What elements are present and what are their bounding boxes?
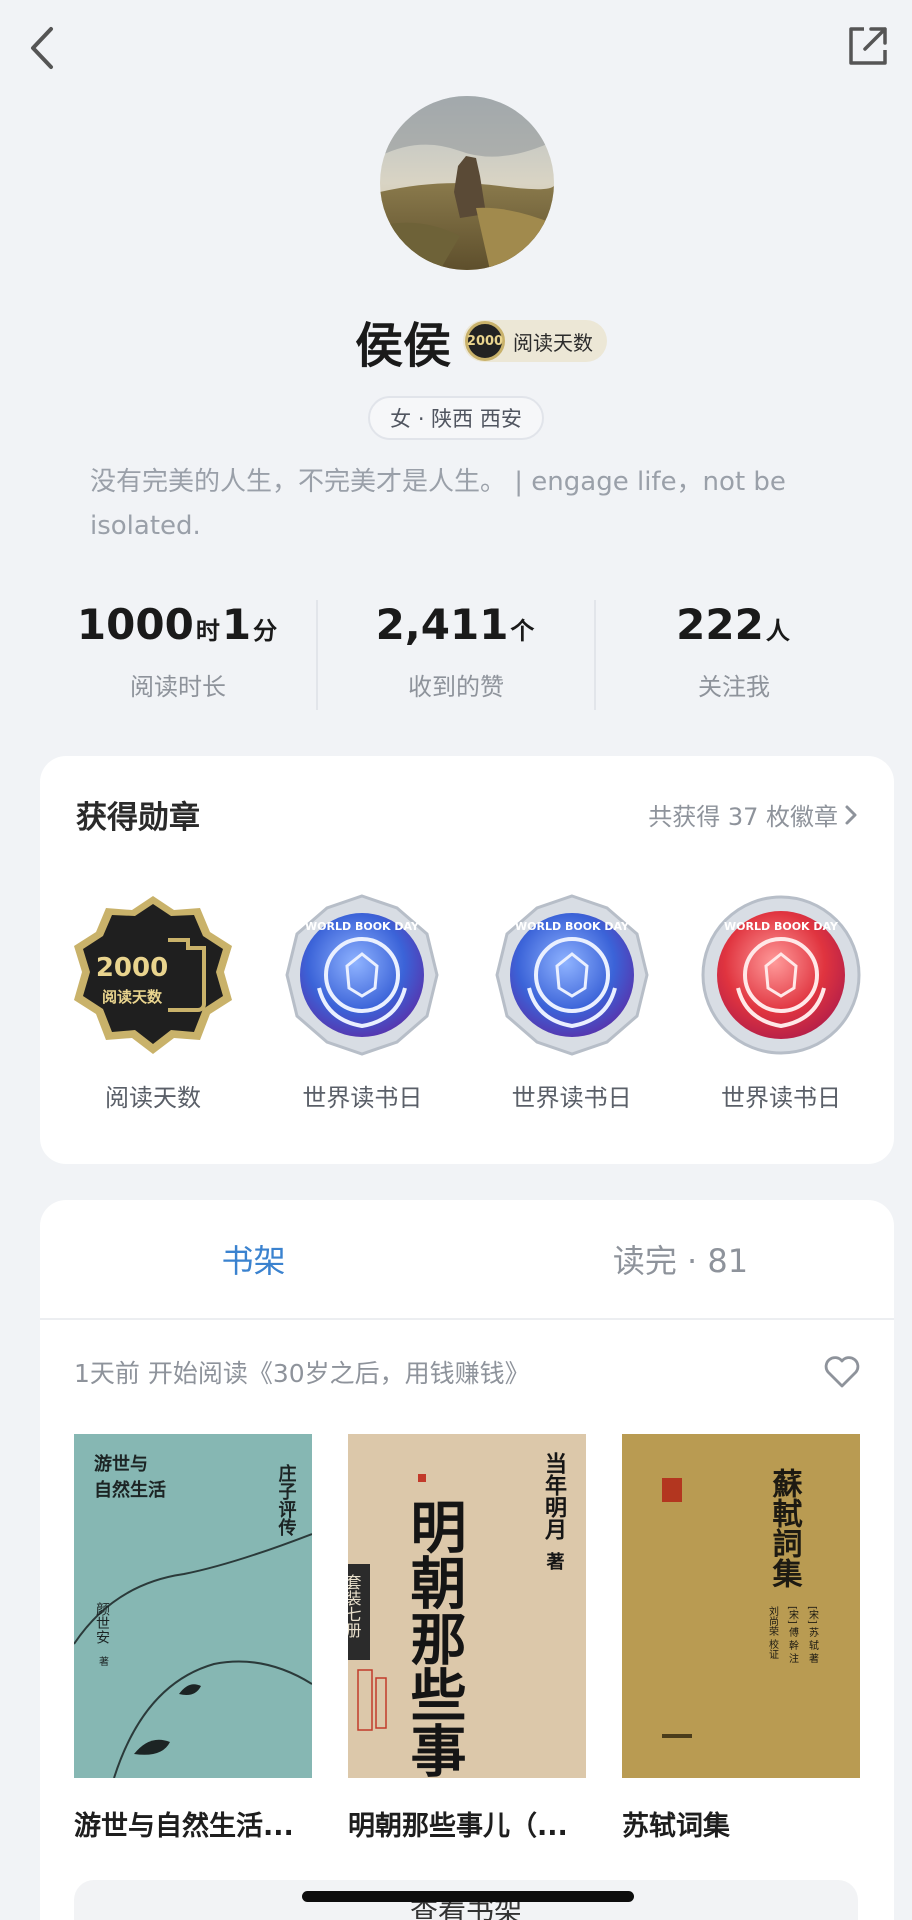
svg-text:蘇軾詞集: 蘇軾詞集 xyxy=(767,1468,804,1588)
reading-days-badge-label: 阅读天数 xyxy=(513,330,593,355)
svg-text:自然生活: 自然生活 xyxy=(94,1479,166,1501)
medals-count-text: 共获得 37 枚徽章 xyxy=(648,803,838,831)
reading-days-coin-icon: 2000 xyxy=(465,321,505,361)
svg-text:当年明月: 当年明月 xyxy=(541,1452,568,1541)
stat-unit: 时 xyxy=(195,617,220,645)
svg-text:庄子评传: 庄子评传 xyxy=(276,1463,298,1537)
location-pill: 女 · 陕西 西安 xyxy=(368,396,544,440)
stat-followers[interactable]: 222 人 关注我 xyxy=(596,600,872,710)
world-book-day-medal-icon: WORLD BOOK DAY xyxy=(285,894,439,1056)
stat-likes[interactable]: 2,411 个 收到的赞 xyxy=(318,600,596,710)
svg-text:著: 著 xyxy=(97,1655,109,1666)
svg-text:套装七册: 套装七册 xyxy=(348,1574,362,1639)
stat-value: 1000 xyxy=(76,600,194,649)
top-bar xyxy=(0,0,912,100)
medal-item[interactable]: WORLD BOOK DAY 世界读书日 xyxy=(469,892,675,1113)
back-button[interactable] xyxy=(20,22,64,74)
medal-label: 世界读书日 xyxy=(302,1084,423,1112)
recent-activity: 1天前 开始阅读《30岁之后，用钱赚钱》 xyxy=(74,1354,860,1390)
bio-text: 没有完美的人生，不完美才是人生。 | engage life，not be is… xyxy=(90,467,786,541)
svg-text:WORLD BOOK DAY: WORLD BOOK DAY xyxy=(305,920,420,933)
svg-text:刘尚荣 校证: 刘尚荣 校证 xyxy=(767,1606,779,1659)
home-indicator[interactable] xyxy=(302,1891,634,1902)
svg-text:WORLD BOOK DAY: WORLD BOOK DAY xyxy=(724,920,839,933)
medal-label: 世界读书日 xyxy=(511,1084,632,1112)
location-row: 女 · 陕西 西安 xyxy=(0,396,912,440)
svg-text:WORLD BOOK DAY: WORLD BOOK DAY xyxy=(515,920,630,933)
stat-value: 222 xyxy=(676,600,764,649)
book-title: 明朝那些事儿（... xyxy=(348,1811,568,1842)
svg-text:游世与: 游世与 xyxy=(94,1453,148,1475)
heart-outline-icon[interactable] xyxy=(824,1356,860,1388)
svg-text:颜世安: 颜世安 xyxy=(94,1602,110,1644)
share-button[interactable] xyxy=(844,22,892,70)
svg-text:2000: 2000 xyxy=(96,953,168,983)
medals-card: 获得勋章 共获得 37 枚徽章 2000 阅读天数 阅读天数 WORLD BOO… xyxy=(40,756,894,1164)
medal-label: 阅读天数 xyxy=(105,1084,201,1112)
tab-bookshelf[interactable]: 书架 xyxy=(40,1200,467,1318)
svg-text:明朝那些事儿: 明朝那些事儿 xyxy=(401,1498,467,1778)
medals-title: 获得勋章 xyxy=(76,800,200,836)
medal-label: 世界读书日 xyxy=(720,1084,841,1112)
stat-label: 阅读时长 xyxy=(130,673,226,701)
world-book-day-medal-icon: WORLD BOOK DAY xyxy=(701,895,861,1055)
user-name: 侯侯 xyxy=(354,318,451,374)
svg-text:[宋] 苏 轼 著: [宋] 苏 轼 著 xyxy=(807,1606,819,1663)
stat-value: 1 xyxy=(221,600,252,649)
medal-item[interactable]: 2000 阅读天数 阅读天数 xyxy=(50,892,256,1113)
book-cover: 蘇軾詞集 [宋] 苏 轼 著 [宋] 傅 幹 注 刘尚荣 校证 xyxy=(622,1434,860,1778)
avatar[interactable] xyxy=(380,96,554,270)
book-item[interactable]: 游世与 自然生活 庄子评传 颜世安 著 游世与自然生活... xyxy=(74,1434,312,1843)
share-icon xyxy=(849,27,887,65)
book-cover: 明朝那些事儿 当年明月 著 套装七册 xyxy=(348,1434,586,1778)
medals-list: 2000 阅读天数 阅读天数 WORLD BOOK DAY 世界读书日 WORL… xyxy=(50,892,884,1113)
tab-finished[interactable]: 读完 · 81 xyxy=(467,1200,894,1318)
book-title: 游世与自然生活... xyxy=(74,1811,294,1842)
stat-value: 2,411 xyxy=(375,600,509,649)
book-list: 游世与 自然生活 庄子评传 颜世安 著 游世与自然生活... 明朝那些事儿 当年… xyxy=(74,1434,860,1843)
reading-days-medal-icon: 2000 阅读天数 xyxy=(74,896,232,1054)
chevron-right-icon xyxy=(845,805,857,824)
name-row: 侯侯 2000 阅读天数 xyxy=(0,306,912,376)
book-item[interactable]: 蘇軾詞集 [宋] 苏 轼 著 [宋] 傅 幹 注 刘尚荣 校证 苏轼词集 xyxy=(622,1434,860,1843)
medals-header: 获得勋章 共获得 37 枚徽章 xyxy=(76,792,858,837)
stat-label: 收到的赞 xyxy=(408,673,504,701)
medals-count-link[interactable]: 共获得 37 枚徽章 xyxy=(648,797,858,832)
stat-label: 关注我 xyxy=(698,673,770,701)
shelf-tabs: 书架 读完 · 81 xyxy=(40,1200,894,1320)
stat-reading-time[interactable]: 1000 时 1 分 阅读时长 xyxy=(40,600,318,710)
reading-days-badge[interactable]: 2000 阅读天数 xyxy=(463,320,607,362)
stat-unit: 人 xyxy=(765,617,790,645)
bookshelf-card: 书架 读完 · 81 1天前 开始阅读《30岁之后，用钱赚钱》 游世与 自然生活… xyxy=(40,1200,894,1920)
stats-row: 1000 时 1 分 阅读时长 2,411 个 收到的赞 222 人 关注我 xyxy=(40,600,872,710)
svg-text:[宋] 傅 幹 注: [宋] 傅 幹 注 xyxy=(787,1606,799,1663)
book-title: 苏轼词集 xyxy=(622,1811,730,1842)
svg-text:著: 著 xyxy=(544,1551,566,1571)
svg-text:阅读天数: 阅读天数 xyxy=(102,988,163,1006)
book-item[interactable]: 明朝那些事儿 当年明月 著 套装七册 明朝那些事儿（... xyxy=(348,1434,586,1843)
world-book-day-medal-icon: WORLD BOOK DAY xyxy=(495,894,649,1056)
medal-item[interactable]: WORLD BOOK DAY 世界读书日 xyxy=(259,892,465,1113)
medal-item[interactable]: WORLD BOOK DAY 世界读书日 xyxy=(678,892,884,1113)
activity-text: 1天前 开始阅读《30岁之后，用钱赚钱》 xyxy=(74,1359,530,1388)
stat-unit: 个 xyxy=(510,617,535,645)
back-arrow-icon xyxy=(31,27,53,69)
stat-unit: 分 xyxy=(253,617,278,645)
book-cover: 游世与 自然生活 庄子评传 颜世安 著 xyxy=(74,1434,312,1778)
